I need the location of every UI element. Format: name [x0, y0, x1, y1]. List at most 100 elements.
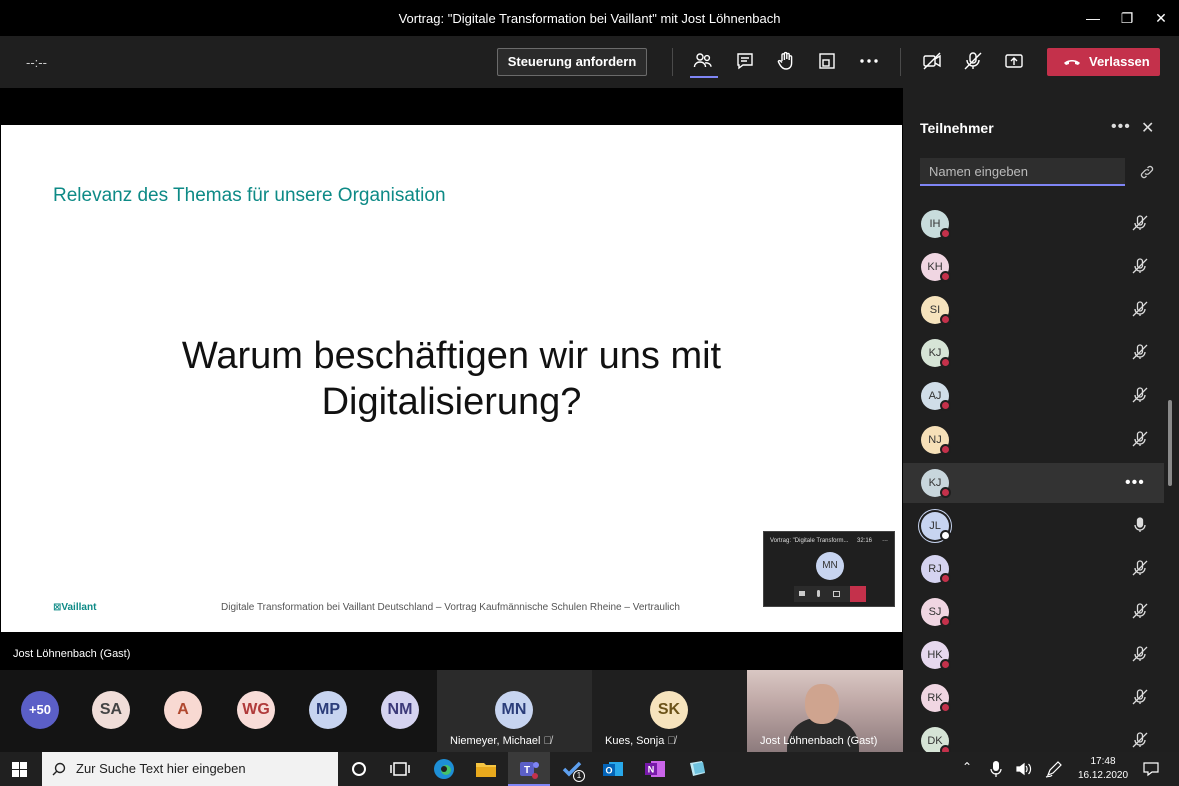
slide-main-line: Warum beschäftigen wir uns mit: [181, 335, 722, 377]
participant-row[interactable]: KH: [903, 247, 1165, 287]
todo-badge: 1: [573, 770, 585, 782]
mini-meeting-window[interactable]: Vortrag: "Digitale Transform... 32:16 ..…: [763, 531, 895, 607]
raise-hand-icon[interactable]: [775, 50, 797, 72]
gallery-avatar[interactable]: MP: [309, 691, 347, 729]
presence-status-icon: [940, 486, 951, 498]
volume-icon[interactable]: [1015, 761, 1033, 777]
mic-muted-icon[interactable]: [1131, 602, 1149, 620]
mic-icon[interactable]: [1131, 516, 1149, 534]
mic-muted-icon: 🎙̸: [543, 735, 552, 747]
presence-status-icon: [940, 271, 951, 283]
todo-app[interactable]: 1: [560, 757, 588, 783]
gallery-avatar[interactable]: SA: [92, 691, 130, 729]
mini-hang-up-button[interactable]: [850, 586, 866, 602]
participant-row[interactable]: KJ: [903, 333, 1165, 373]
participant-row[interactable]: HK: [903, 635, 1165, 675]
mic-muted-icon[interactable]: [1131, 214, 1149, 232]
chat-icon[interactable]: [734, 50, 756, 72]
leave-label: Verlassen: [1089, 54, 1150, 69]
notification-icon[interactable]: [1143, 761, 1159, 777]
participant-row[interactable]: SJ: [903, 592, 1165, 632]
mini-share-icon[interactable]: [833, 591, 840, 597]
tile-avatar: SK: [650, 691, 688, 729]
participant-row[interactable]: RJ: [903, 549, 1165, 589]
svg-text:O: O: [605, 766, 612, 776]
restore-button[interactable]: ❐: [1117, 8, 1137, 28]
mic-muted-icon[interactable]: [1131, 257, 1149, 275]
presence-status-icon: [940, 702, 951, 714]
mic-muted-icon[interactable]: [1131, 430, 1149, 448]
panel-scrollbar[interactable]: [1168, 400, 1172, 486]
vaillant-logo: ⊠Vaillant: [53, 602, 97, 613]
mic-muted-icon: 🎙̸: [667, 735, 676, 747]
slide-main-text: Warum beschäftigen wir uns mit Digitalis…: [1, 333, 902, 425]
app-icon[interactable]: [685, 757, 709, 781]
edge-icon[interactable]: [432, 757, 456, 781]
active-tab-indicator: [690, 76, 718, 78]
participant-row[interactable]: RK: [903, 678, 1165, 718]
close-button[interactable]: ✕: [1151, 8, 1171, 28]
participant-search-input[interactable]: [920, 158, 1125, 186]
file-explorer-icon[interactable]: [474, 757, 498, 781]
slide-main-line: Digitalisierung?: [321, 381, 582, 423]
participant-row[interactable]: SI: [903, 290, 1165, 330]
teams-icon[interactable]: T: [517, 757, 541, 781]
mini-window-time: 32:16: [856, 538, 872, 544]
gallery-avatar[interactable]: NM: [381, 691, 419, 729]
meeting-timer: --:--: [26, 55, 47, 70]
mini-mic-icon[interactable]: [817, 590, 820, 597]
person-head: [805, 684, 839, 724]
task-view-icon[interactable]: [388, 757, 412, 781]
outlook-icon[interactable]: O: [601, 757, 625, 781]
participant-tile[interactable]: SK Kues, Sonja 🎙̸: [592, 670, 747, 752]
mic-muted-icon[interactable]: [962, 50, 984, 72]
mic-muted-icon[interactable]: [1131, 731, 1149, 749]
tile-name: Kues, Sonja 🎙̸: [605, 735, 676, 747]
share-icon[interactable]: [1003, 50, 1025, 72]
presence-status-icon: [940, 314, 951, 326]
panel-more-icon[interactable]: •••: [1111, 118, 1131, 136]
camera-off-icon[interactable]: [921, 50, 943, 72]
hang-up-icon: [1064, 60, 1080, 65]
gallery-avatar[interactable]: WG: [237, 691, 275, 729]
more-icon[interactable]: [858, 50, 880, 72]
onenote-icon[interactable]: N: [643, 757, 667, 781]
participant-more-icon[interactable]: •••: [1125, 474, 1145, 492]
mini-more-icon[interactable]: ...: [882, 536, 888, 543]
toolbar-divider: [672, 48, 673, 76]
mic-muted-icon[interactable]: [1131, 645, 1149, 663]
chevron-up-icon[interactable]: ⌃: [962, 760, 972, 774]
participant-row[interactable]: KJ •••: [903, 462, 1164, 503]
microphone-icon[interactable]: [990, 761, 1002, 777]
taskbar-time: 17:48: [1090, 756, 1116, 767]
window-title: Vortrag: "Digitale Transformation bei Va…: [398, 11, 781, 26]
taskbar-clock[interactable]: 17:48 16.12.2020: [1076, 755, 1130, 783]
invite-link-icon[interactable]: [1139, 164, 1155, 180]
presenter-video[interactable]: Jost Löhnenbach (Gast): [747, 670, 903, 752]
mic-muted-icon[interactable]: [1131, 300, 1149, 318]
participant-row[interactable]: NJ: [903, 420, 1165, 460]
participants-icon[interactable]: [692, 50, 714, 72]
mic-muted-icon[interactable]: [1131, 559, 1149, 577]
windows-start-icon[interactable]: [12, 762, 27, 777]
participant-row[interactable]: AJ: [903, 376, 1165, 416]
gallery-avatar[interactable]: A: [164, 691, 202, 729]
overflow-count[interactable]: +50: [21, 691, 59, 729]
mini-avatar: MN: [816, 552, 844, 580]
request-control-button[interactable]: Steuerung anfordern: [497, 48, 647, 76]
pen-icon[interactable]: [1045, 760, 1063, 778]
leave-button[interactable]: Verlassen: [1047, 48, 1160, 76]
taskbar-search[interactable]: Zur Suche Text hier eingeben: [42, 752, 338, 786]
presence-status-icon: [940, 572, 951, 584]
rooms-icon[interactable]: [816, 50, 838, 72]
participant-tile[interactable]: MN Niemeyer, Michael 🎙̸: [437, 670, 592, 752]
panel-close-icon[interactable]: ✕: [1141, 118, 1154, 138]
mini-camera-icon[interactable]: [799, 591, 805, 596]
mic-muted-icon[interactable]: [1131, 688, 1149, 706]
minimize-button[interactable]: —: [1083, 8, 1103, 28]
mic-muted-icon[interactable]: [1131, 386, 1149, 404]
participant-row[interactable]: JL: [903, 506, 1165, 546]
mic-muted-icon[interactable]: [1131, 343, 1149, 361]
cortana-icon[interactable]: [347, 757, 371, 781]
participant-row[interactable]: IH: [903, 204, 1165, 244]
